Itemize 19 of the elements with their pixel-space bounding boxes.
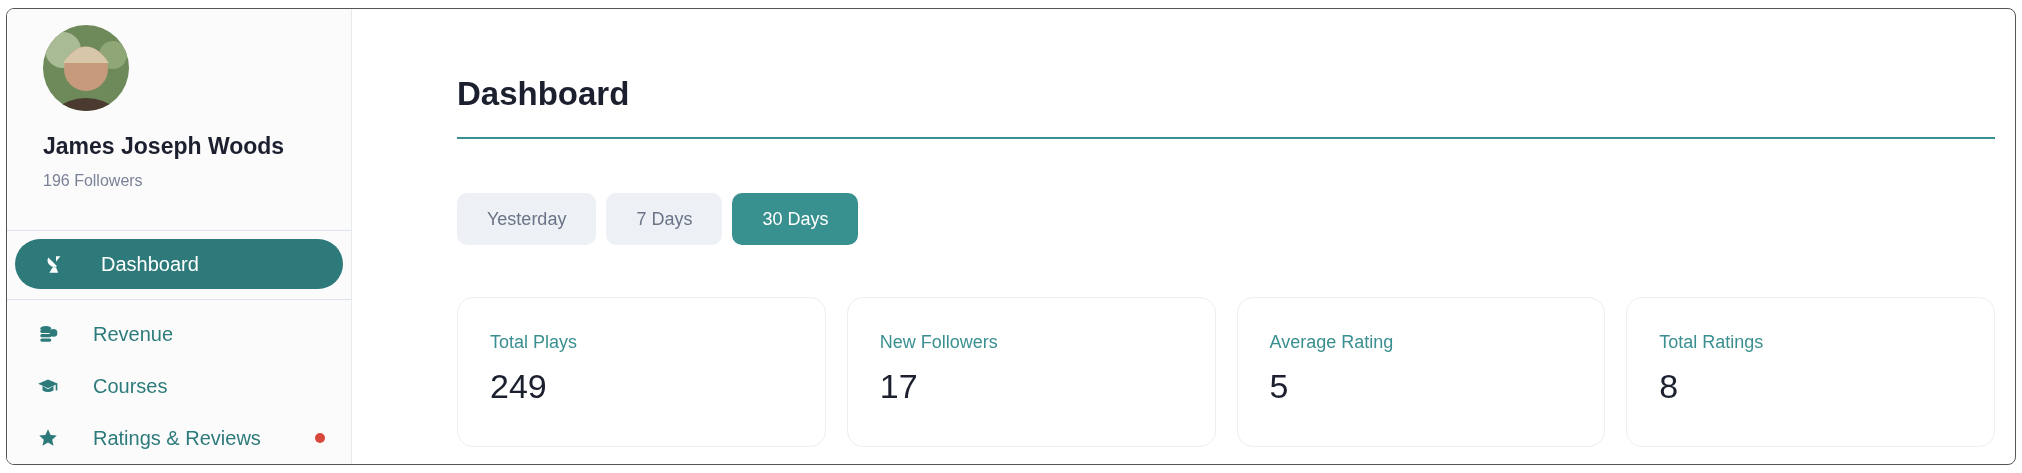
range-button[interactable]: 30 Days xyxy=(732,193,859,245)
stat-value: 249 xyxy=(490,367,548,406)
stat-value: 5 xyxy=(1269,367,1290,406)
range-button[interactable]: Yesterday xyxy=(457,193,597,245)
follower-count: 196 Followers xyxy=(43,172,144,190)
stat-label: New Followers xyxy=(879,332,999,353)
nav-item[interactable]: Courses xyxy=(7,360,351,412)
range-button[interactable]: 7 Days xyxy=(606,193,723,245)
nav-item[interactable]: Revenue xyxy=(7,308,351,360)
coins-icon xyxy=(37,323,59,345)
stat-label: Total Plays xyxy=(490,332,579,353)
stat-value: 8 xyxy=(1659,367,1680,406)
nav-item[interactable]: Ratings & Reviews xyxy=(7,412,351,464)
stat-label: Average Rating xyxy=(1269,332,1395,353)
stat-value: 17 xyxy=(879,367,919,406)
page-title: Dashboard xyxy=(457,75,1995,139)
profile-name: James Joseph Woods xyxy=(43,133,286,160)
stat-label: Total Ratings xyxy=(1659,332,1765,353)
nav-item[interactable]: Dashboard xyxy=(15,239,343,289)
